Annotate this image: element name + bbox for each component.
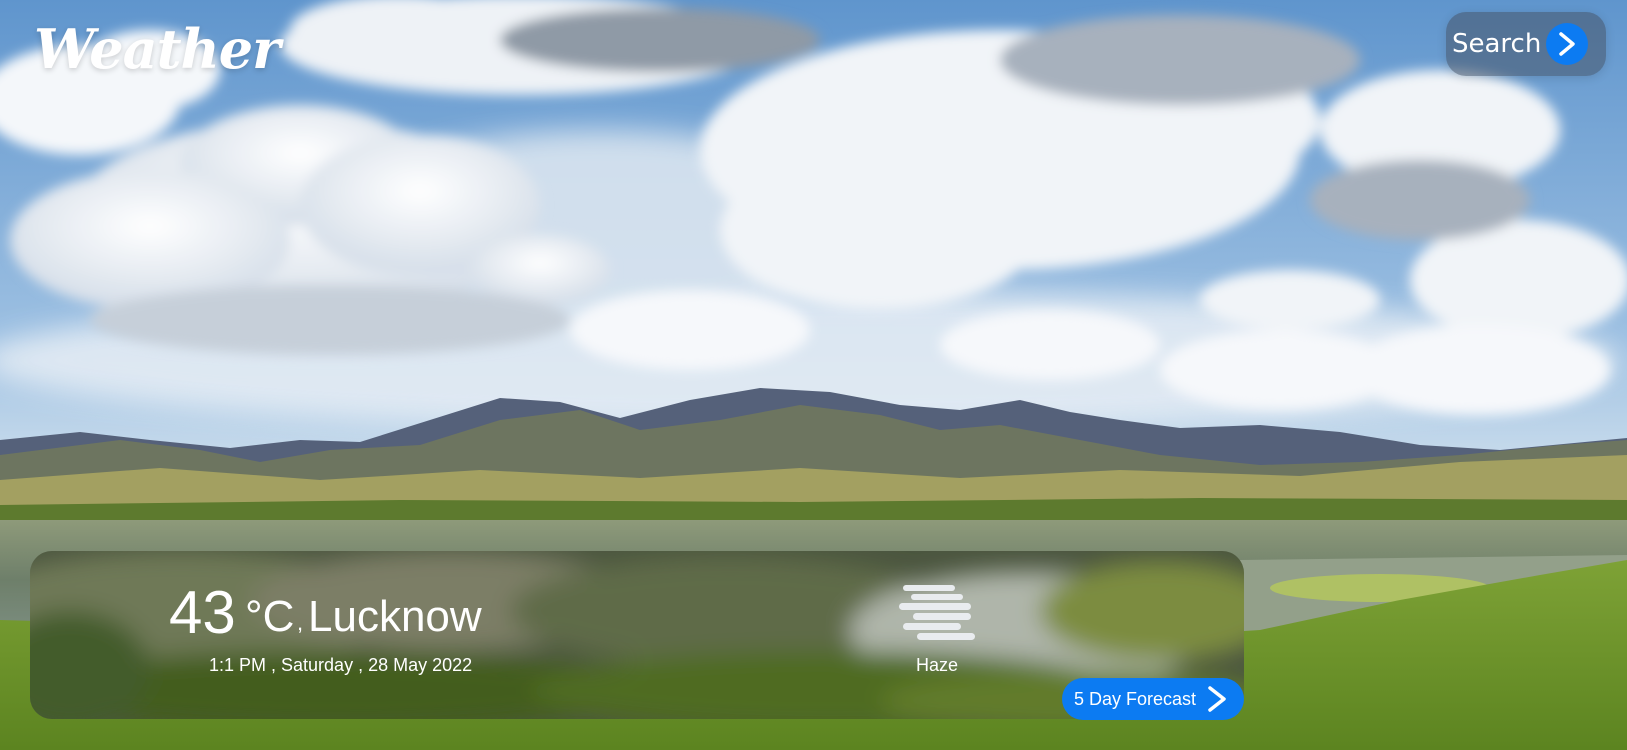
app-logo: Weather (34, 17, 281, 81)
haze-icon (899, 585, 975, 640)
forecast-button-label: 5 Day Forecast (1074, 689, 1197, 709)
search-label: Search (1452, 29, 1542, 59)
city-name: Lucknow (308, 592, 482, 641)
weather-condition-label: Haze (916, 655, 959, 675)
arrow-right-icon (1559, 32, 1575, 56)
five-day-forecast-button[interactable]: 5 Day Forecast (1062, 678, 1244, 720)
temperature-value: 43 (169, 579, 236, 646)
weather-app: Weather Search 43 °C , Lucknow 1:1 PM , … (0, 0, 1627, 750)
date-time-label: 1:1 PM , Saturday , 28 May 2022 (209, 655, 473, 675)
search-button[interactable]: Search (1446, 12, 1606, 76)
temp-city-separator: , (297, 610, 304, 635)
arrow-right-icon (1208, 686, 1226, 712)
temperature-unit: °C (245, 592, 295, 641)
search-go-button[interactable] (1546, 23, 1588, 65)
